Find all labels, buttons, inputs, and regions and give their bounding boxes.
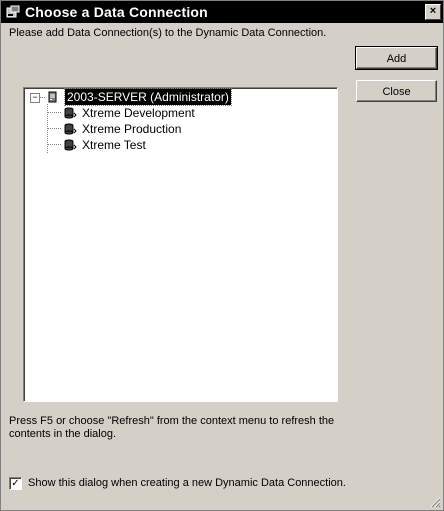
database-icon <box>64 139 77 151</box>
show-dialog-checkbox[interactable]: ✓ <box>9 477 22 490</box>
title-bar[interactable]: Choose a Data Connection × <box>1 1 443 23</box>
close-window-button[interactable]: × <box>425 4 441 20</box>
database-icon <box>64 123 77 135</box>
dialog-title: Choose a Data Connection <box>25 4 208 20</box>
instruction-text: Please add Data Connection(s) to the Dyn… <box>9 27 327 39</box>
connection-tree[interactable]: − 2003-SERVER (Administrator) Xtreme Dev… <box>23 87 338 402</box>
choose-data-connection-dialog: Choose a Data Connection × Please add Da… <box>0 0 444 511</box>
tree-node-label: Xtreme Production <box>82 122 182 136</box>
tree-node-label: Xtreme Test <box>82 138 146 152</box>
tree-connector <box>47 128 61 129</box>
tree-node-label: 2003-SERVER (Administrator) <box>64 88 232 106</box>
connection-icon <box>6 5 20 18</box>
show-dialog-label[interactable]: Show this dialog when creating a new Dyn… <box>28 476 346 490</box>
tree-connector <box>47 144 61 145</box>
resize-grip-icon[interactable] <box>429 496 441 508</box>
add-button[interactable]: Add <box>355 46 438 70</box>
collapse-toggle[interactable]: − <box>30 93 40 103</box>
close-button[interactable]: Close <box>356 80 437 102</box>
tree-connector <box>47 112 61 113</box>
tree-node-label: Xtreme Development <box>82 106 195 120</box>
refresh-hint-text: Press F5 or choose "Refresh" from the co… <box>9 415 335 440</box>
database-icon <box>64 107 77 119</box>
server-icon <box>48 91 57 103</box>
